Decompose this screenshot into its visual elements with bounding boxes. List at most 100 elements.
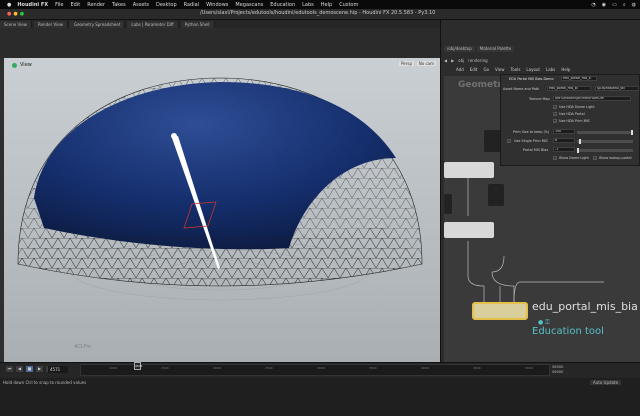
watermark: 4CLFm — [74, 344, 92, 350]
wifi-icon[interactable]: ◔ — [591, 2, 595, 8]
tick: 4000 — [421, 366, 429, 370]
tab-obj-desktop[interactable]: /obj/desktop — [444, 46, 475, 52]
search-icon[interactable]: ⌕ — [623, 2, 626, 8]
node-upper[interactable] — [444, 162, 494, 178]
tab-geometry-spreadsheet[interactable]: Geometry Spreadsheet — [69, 20, 126, 28]
param-node-name[interactable]: edu_portal_mis_b — [561, 76, 597, 81]
tab-render-view[interactable]: Render View — [33, 20, 68, 28]
menu-assets[interactable]: Assets — [133, 2, 149, 8]
knob-single-prim[interactable] — [579, 139, 581, 144]
menu-education[interactable]: Education — [270, 2, 295, 8]
node-name-label: edu_portal_mis_bia — [532, 300, 638, 313]
menu-app-name[interactable]: Houdini FX — [17, 2, 48, 8]
camera-menu[interactable]: No cam — [416, 61, 436, 66]
mac-menubar: ● Houdini FX File Edit Render Takes Asse… — [0, 0, 640, 9]
check-use-prim-mis[interactable]: ✓ — [553, 119, 557, 123]
nmenu-labs[interactable]: Labs — [546, 67, 555, 72]
jump-start-icon[interactable]: ⏮ — [6, 366, 13, 372]
slider-single-prim[interactable] — [577, 140, 633, 143]
window-close-icon[interactable]: ● — [7, 11, 11, 17]
view-label[interactable]: View — [12, 62, 32, 68]
check-single-prim[interactable]: ✓ — [507, 139, 511, 143]
knob-portal-bias[interactable] — [577, 148, 579, 153]
path-node[interactable]: rendering — [468, 58, 487, 63]
node-dark-left[interactable] — [444, 194, 452, 214]
status-message: Hold down Ctrl to snap to rounded values — [3, 380, 87, 385]
back-icon[interactable]: ◀ — [444, 58, 447, 63]
apple-icon[interactable]: ● — [7, 2, 11, 8]
battery-icon[interactable]: ▭ — [612, 2, 617, 8]
knob-prim-count[interactable] — [631, 130, 633, 135]
tab-scene-view[interactable]: Scene View — [0, 20, 32, 28]
nmenu-tools[interactable]: Tools — [511, 67, 521, 72]
nmenu-layout[interactable]: Layout — [526, 67, 540, 72]
dome-render — [17, 77, 423, 301]
playhead[interactable]: 4571 — [134, 362, 143, 370]
node-middle[interactable] — [444, 222, 494, 238]
tick: 2500 — [265, 366, 273, 370]
menu-desktop[interactable]: Desktop — [156, 2, 177, 8]
slider-portal-bias[interactable] — [577, 149, 633, 152]
param-texture-map[interactable]: $HFS/houdini/pic/hdri/HDRIDm — [553, 96, 631, 101]
houdini-window: { "menubar": { "apple": "", "app_name": … — [0, 0, 640, 416]
tab-python-shell[interactable]: Python Shell — [180, 20, 215, 28]
window-min-icon[interactable]: ● — [13, 11, 17, 17]
view-status-icon — [12, 62, 17, 68]
slider-prim-count[interactable] — [577, 131, 633, 134]
check-show-portal[interactable]: ✓ — [593, 156, 597, 160]
siri-icon[interactable]: ◍ — [632, 2, 636, 8]
range-end-fields: 56000 56000 — [552, 365, 563, 375]
network-tabs: /obj/desktop Material Palette — [444, 46, 515, 52]
nmenu-help[interactable]: Help — [561, 67, 570, 72]
parameter-panel: EDU Portal MIS Bias Demo edu_portal_mis_… — [500, 74, 640, 166]
check-use-portal[interactable]: ✓ — [553, 112, 557, 116]
check-show-dome[interactable]: ✓ — [553, 156, 557, 160]
menu-render[interactable]: Render — [87, 2, 105, 8]
label-portal-bias: Portal MIS Bias — [523, 148, 549, 152]
field-portal-bias[interactable]: -1 — [553, 147, 575, 152]
field-prim-count[interactable]: 100 — [553, 129, 575, 134]
menu-edit[interactable]: Edit — [71, 2, 81, 8]
node-dark-right[interactable] — [488, 184, 504, 206]
label-prim-count: Prim Size to keep (%) — [513, 130, 550, 134]
path-obj[interactable]: obj — [458, 58, 464, 63]
auto-update-button[interactable]: Auto Update — [590, 380, 622, 385]
step-forward-icon[interactable]: ▶ — [36, 366, 43, 372]
nmenu-go[interactable]: Go — [484, 67, 490, 72]
menu-help[interactable]: Help — [321, 2, 332, 8]
window-max-icon[interactable]: ● — [20, 11, 24, 17]
nmenu-add[interactable]: Add — [456, 67, 464, 72]
param-asset-label: Asset Name and Path — [503, 87, 540, 91]
label-use-dome: Use HDA Dome Light — [559, 105, 595, 109]
timeline-ruler[interactable]: 1000 1500 2000 2500 3000 3500 4000 4500 … — [80, 364, 550, 376]
range-end-b[interactable]: 56000 — [552, 370, 563, 375]
current-frame-input[interactable]: 4571 — [48, 366, 68, 373]
tab-parameter-diff[interactable]: Labs | Parameter Diff — [127, 20, 179, 28]
node-subtitle: Education tool — [532, 326, 604, 337]
menu-file[interactable]: File — [55, 2, 63, 8]
step-back-icon[interactable]: ◀ — [16, 366, 23, 372]
param-node-type: EDU Portal MIS Bias Demo — [509, 77, 554, 81]
menu-labs[interactable]: Labs — [302, 2, 314, 8]
menu-custom[interactable]: Custom — [339, 2, 358, 8]
nmenu-edit[interactable]: Edit — [470, 67, 478, 72]
play-icon[interactable]: ■ — [26, 366, 33, 372]
tab-material-palette[interactable]: Material Palette — [476, 46, 515, 52]
param-asset-name[interactable]: edu_portal_mis_bi — [547, 86, 591, 91]
tick: 3500 — [369, 366, 377, 370]
scene-viewport[interactable]: View Persp No cam 4CLFm — [4, 58, 440, 362]
menu-windows[interactable]: Windows — [206, 2, 228, 8]
param-asset-path[interactable]: $JOB/hda/edu_lbc — [595, 86, 639, 91]
forward-icon[interactable]: ▶ — [451, 58, 454, 63]
menu-radial[interactable]: Radial — [184, 2, 199, 8]
check-use-dome[interactable]: ✓ — [553, 105, 557, 109]
menubar-status-icons: ◔ ◉ ▭ ⌕ ◍ — [591, 0, 636, 9]
menu-megascans[interactable]: Megascans — [235, 2, 263, 8]
menu-takes[interactable]: Takes — [112, 2, 126, 8]
persp-menu[interactable]: Persp — [399, 61, 414, 66]
viewport-toolbar — [0, 28, 440, 58]
field-single-prim[interactable]: 6 — [553, 138, 575, 143]
control-center-icon[interactable]: ◉ — [602, 2, 606, 8]
node-edu-portal[interactable] — [472, 302, 528, 320]
nmenu-view[interactable]: View — [495, 67, 505, 72]
